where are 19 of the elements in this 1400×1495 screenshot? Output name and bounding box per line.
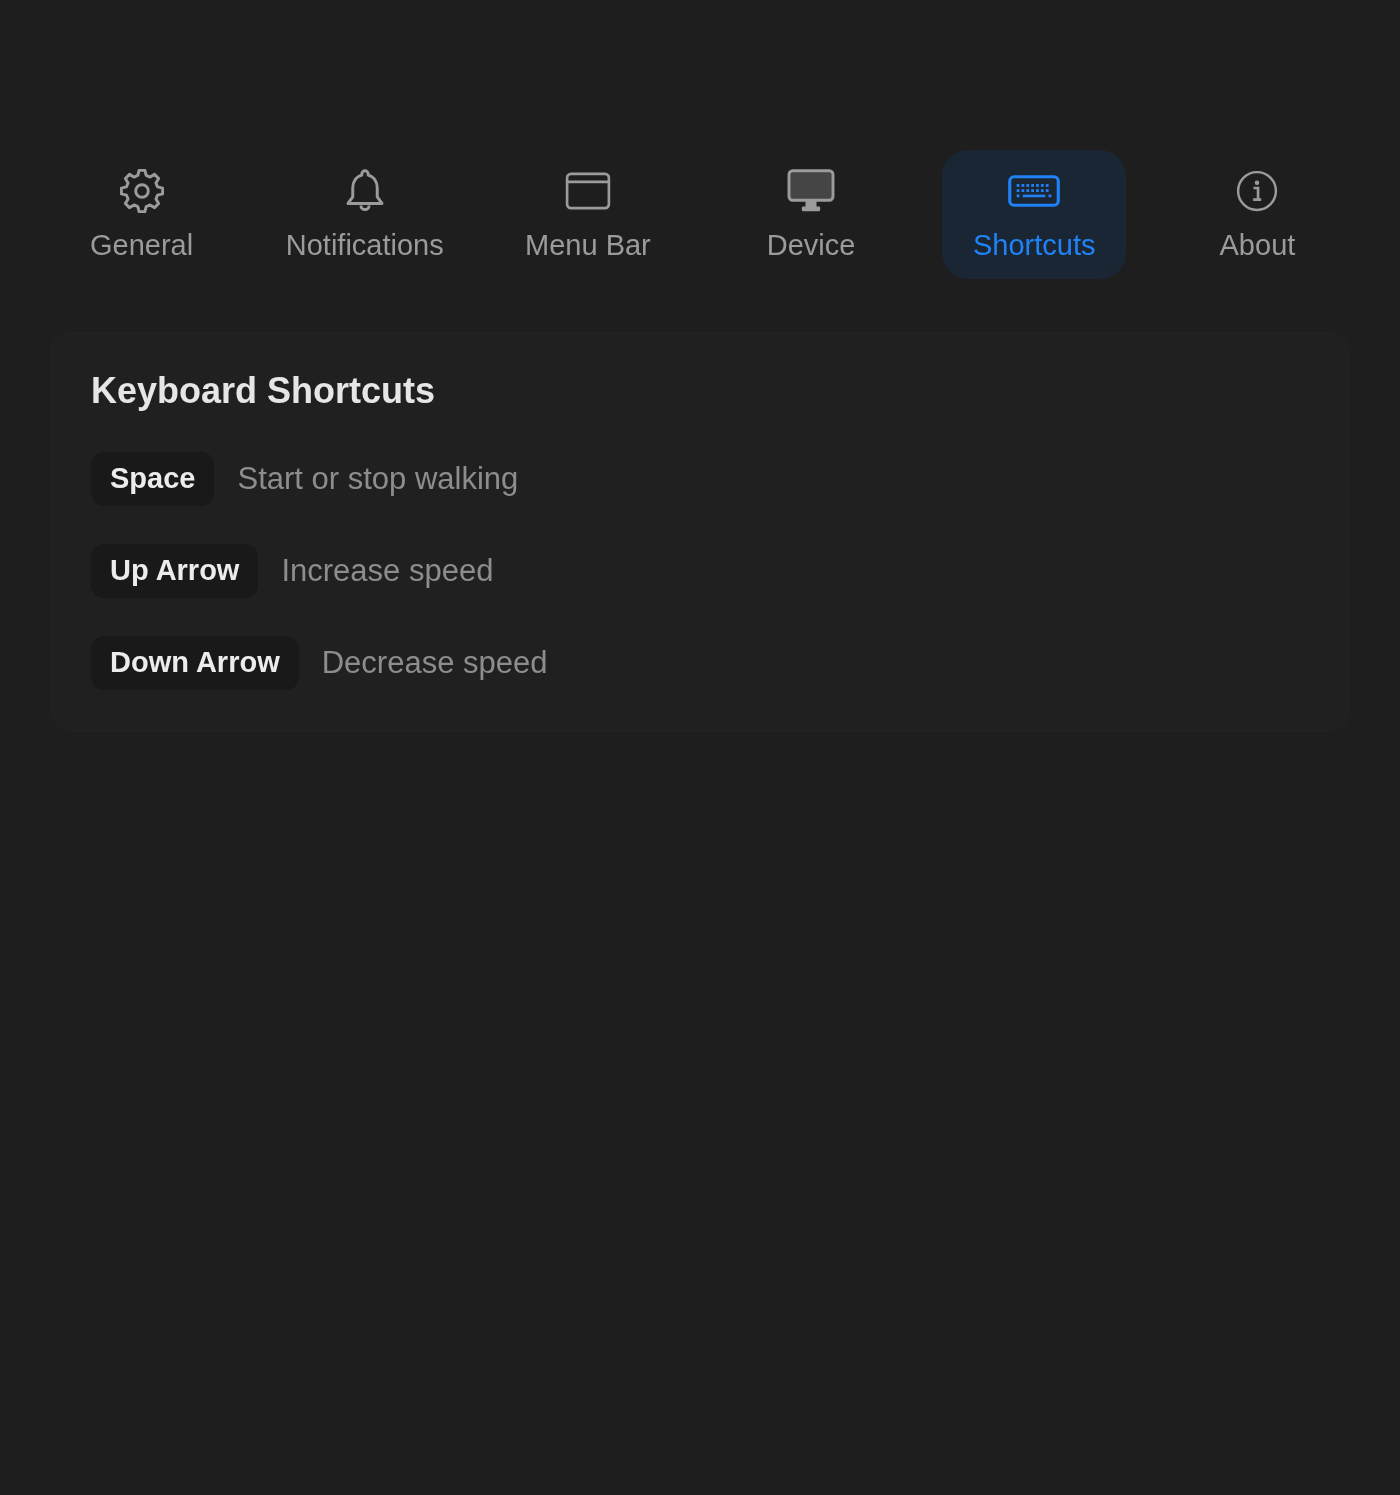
shortcut-description: Decrease speed bbox=[321, 643, 548, 682]
preferences-tab[interactable]: About bbox=[1165, 150, 1350, 279]
preferences-tab[interactable]: General bbox=[49, 150, 234, 279]
preferences-tab[interactable]: Device bbox=[719, 150, 904, 279]
gear-icon bbox=[119, 169, 164, 213]
preferences-tab[interactable]: Menu Bar bbox=[495, 150, 680, 279]
monitor-icon bbox=[787, 169, 836, 213]
shortcut-key: Down Arrow bbox=[91, 636, 299, 691]
shortcut-description: Start or stop walking bbox=[237, 459, 519, 498]
keyboard-icon bbox=[1008, 175, 1061, 207]
shortcut-description: Increase speed bbox=[281, 551, 494, 590]
info-icon bbox=[1236, 170, 1279, 212]
section-title: Keyboard Shortcuts bbox=[91, 369, 437, 413]
bell-icon bbox=[344, 169, 385, 213]
shortcut-key: Up Arrow bbox=[91, 544, 259, 599]
preferences-tab[interactable]: Notifications bbox=[272, 150, 457, 279]
window-icon bbox=[564, 172, 611, 210]
preferences-tab[interactable]: Shortcuts bbox=[942, 150, 1127, 279]
shortcut-key: Space bbox=[91, 452, 215, 507]
